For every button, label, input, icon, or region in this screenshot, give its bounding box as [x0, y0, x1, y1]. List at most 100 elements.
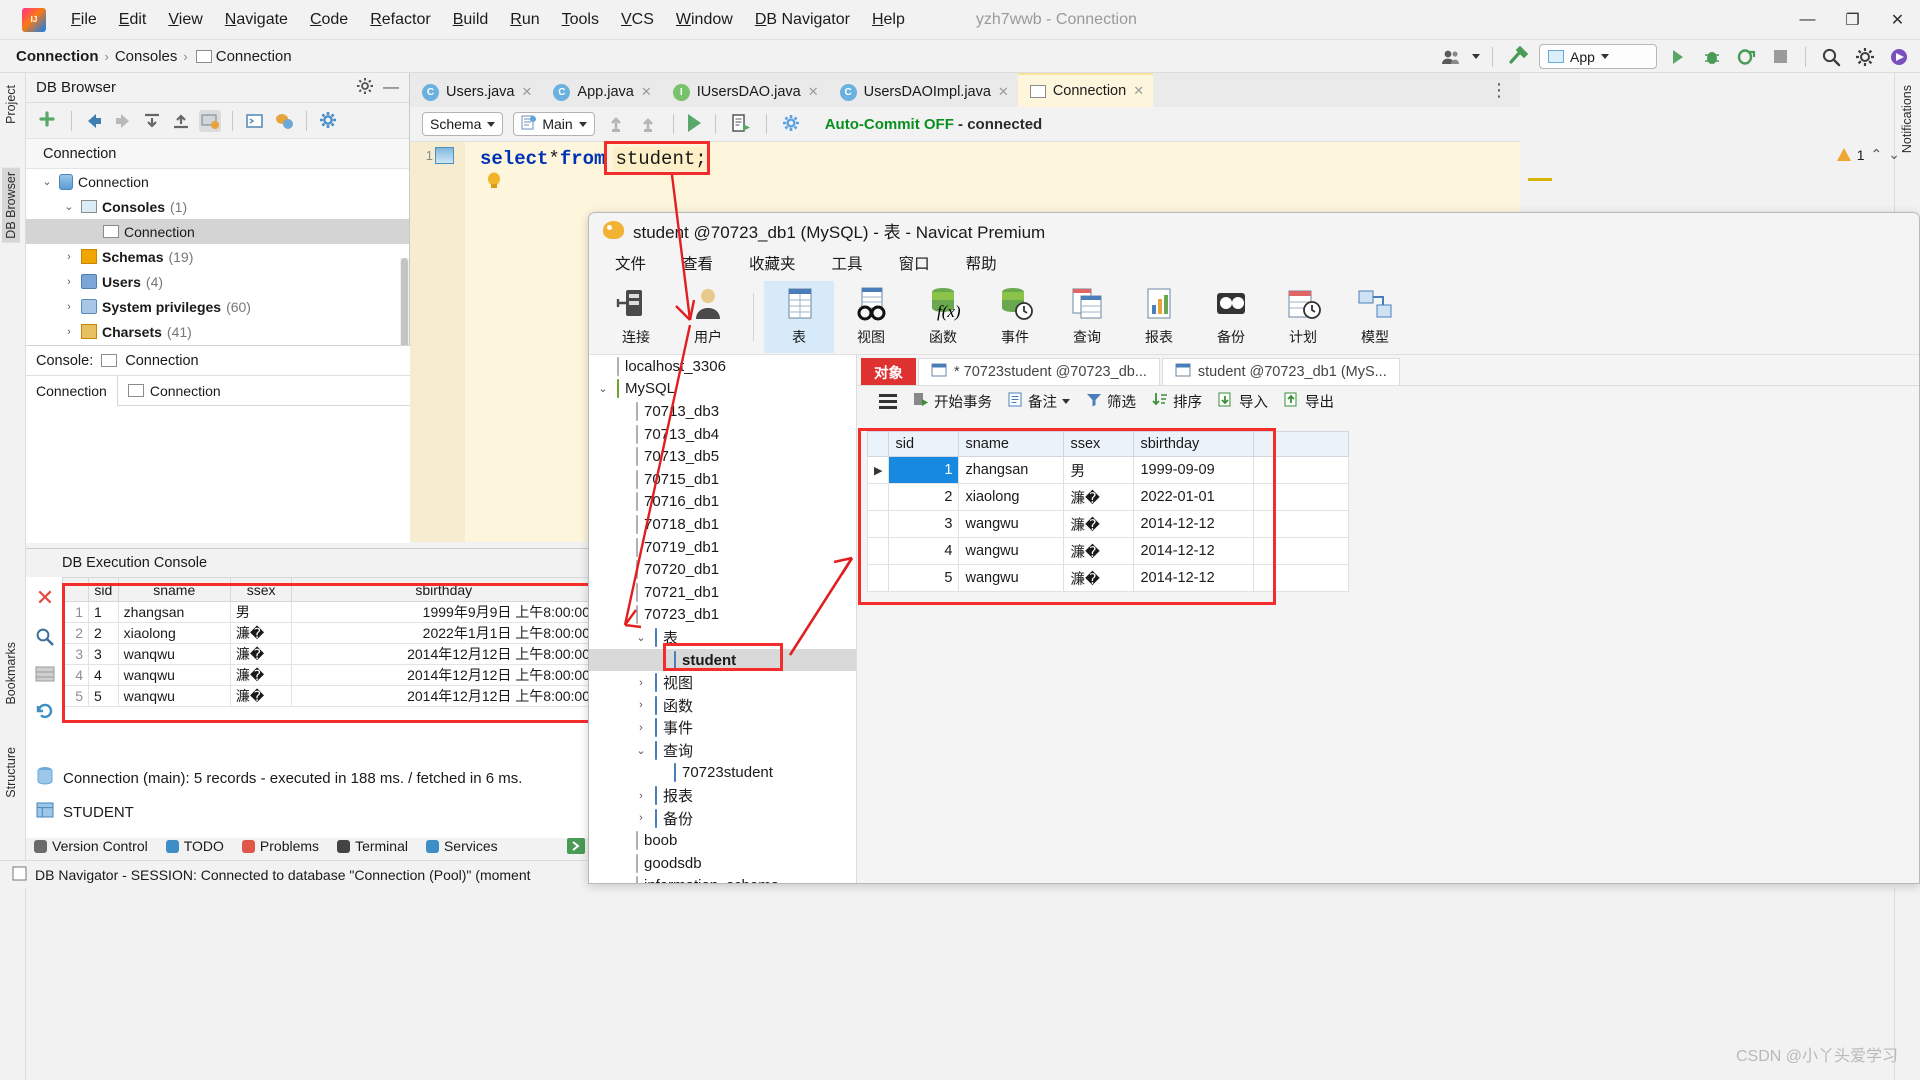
run-with-coverage-button[interactable] — [1733, 44, 1759, 70]
navicat-toolbar-note[interactable]: 备注 — [1008, 391, 1070, 412]
cell-sname[interactable]: wangwu — [958, 510, 1065, 538]
cell-ssex[interactable]: 濂� — [229, 622, 293, 644]
show-details-icon[interactable] — [199, 109, 221, 132]
cell-sid[interactable]: 4 — [88, 664, 119, 686]
navicat-tree-item-视图[interactable]: › 视图 — [589, 671, 856, 694]
collapse-all-icon[interactable] — [170, 110, 192, 132]
commit-icon[interactable] — [605, 112, 627, 137]
cell-sid[interactable]: 5 — [88, 685, 119, 707]
tree-item-connection[interactable]: Connection — [26, 219, 409, 244]
settings-icon[interactable] — [318, 110, 340, 132]
hide-panel-icon[interactable]: — — [383, 79, 399, 97]
navicat-tree-item-70715_db1[interactable]: 70715_db1 — [589, 468, 856, 491]
cell-ssex[interactable]: 濂� — [1063, 510, 1135, 538]
navicat-tree-item-70713_db4[interactable]: 70713_db4 — [589, 423, 856, 446]
close-icon[interactable]: ✕ — [641, 84, 652, 100]
column-header-sname[interactable]: sname — [958, 431, 1065, 457]
bottom-tab-todo[interactable]: TODO — [165, 838, 224, 854]
cell-ssex[interactable]: 濂� — [229, 643, 293, 665]
tree-expand-arrow[interactable]: › — [633, 722, 649, 734]
cell-sid[interactable]: 1 — [888, 456, 960, 484]
cell-sid[interactable]: 5 — [888, 564, 960, 592]
sql-statement-line[interactable]: select * from student; — [480, 147, 709, 171]
bottom-tab-version-control[interactable]: Version Control — [34, 838, 148, 854]
editor-tab-users-java[interactable]: C Users.java ✕ — [410, 77, 542, 107]
tree-expand-arrow[interactable]: ⌄ — [595, 382, 611, 395]
navicat-menu-帮助[interactable]: 帮助 — [966, 252, 997, 274]
table-row[interactable]: 4 4 wanqwu 濂� 2014年12月12日 上午8:00:00 — [62, 664, 596, 686]
navicat-menu-文件[interactable]: 文件 — [615, 252, 646, 274]
open-console-icon[interactable] — [244, 110, 266, 132]
refresh-icon[interactable] — [35, 701, 55, 724]
close-icon[interactable]: ✕ — [522, 84, 533, 100]
table-row[interactable]: 1 1 zhangsan 男 1999年9月9日 上午8:00:00 — [62, 601, 596, 623]
search-icon[interactable] — [1818, 44, 1844, 70]
tree-expand-arrow[interactable]: › — [62, 251, 76, 263]
close-icon[interactable]: ✕ — [808, 84, 819, 100]
cell-sbirthday[interactable]: 2014年12月12日 上午8:00:00 — [291, 664, 596, 686]
column-header-sbirthday[interactable]: sbirthday — [1133, 431, 1255, 457]
table-row[interactable]: 3 wangwu 濂� 2014-12-12 — [866, 510, 1350, 538]
row-marker[interactable] — [866, 483, 890, 511]
session-history-icon[interactable] — [273, 110, 295, 132]
ribbon-button-event[interactable]: 事件 — [980, 281, 1050, 353]
result-grid-icon[interactable] — [435, 147, 454, 164]
cell-ssex[interactable]: 濂� — [1063, 537, 1135, 565]
menu-item-file[interactable]: File — [60, 8, 108, 32]
column-header-sbirthday[interactable]: sbirthday — [291, 577, 596, 602]
navicat-tree-item-查询[interactable]: ⌄ 查询 — [589, 739, 856, 762]
editor-tab-connection[interactable]: Connection ✕ — [1017, 73, 1154, 107]
table-row[interactable]: 2 xiaolong 濂� 2022-01-01 — [866, 483, 1350, 511]
navicat-tab-query-tab[interactable]: * 70723student @70723_db... — [918, 358, 1160, 385]
tree-item-system-privileges[interactable]: › System privileges (60) — [26, 294, 409, 319]
menu-item-code[interactable]: Code — [299, 8, 359, 32]
cell-ssex[interactable]: 男 — [229, 601, 293, 623]
navicat-tree-item-goodsdb[interactable]: goodsdb — [589, 852, 856, 875]
close-icon[interactable]: ✕ — [1133, 83, 1144, 99]
cell-sid[interactable]: 2 — [88, 622, 119, 644]
breadcrumb-project[interactable]: Connection — [0, 48, 103, 65]
navicat-tree-item-boob[interactable]: boob — [589, 829, 856, 852]
menu-item-navigate[interactable]: Navigate — [214, 8, 299, 32]
breadcrumb-consoles[interactable]: Consoles — [111, 48, 182, 65]
column-header-ssex[interactable]: ssex — [229, 577, 293, 602]
menu-item-edit[interactable]: Edit — [108, 8, 158, 32]
navicat-tree-item-70721_db1[interactable]: 70721_db1 — [589, 581, 856, 604]
navicat-tree-item-70713_db3[interactable]: 70713_db3 — [589, 400, 856, 423]
rollback-icon[interactable] — [637, 112, 659, 137]
console-tab-connection-1[interactable]: Connection — [26, 375, 118, 406]
build-hammer-icon[interactable] — [1505, 44, 1531, 70]
cell-sid[interactable]: 3 — [888, 510, 960, 538]
chevron-down-icon[interactable] — [1062, 399, 1070, 404]
settings-gear-icon[interactable] — [357, 78, 373, 97]
tree-item-connection[interactable]: ⌄ Connection — [26, 169, 409, 194]
ribbon-button-function[interactable]: f(x) 函数 — [908, 281, 978, 353]
close-result-icon[interactable]: ✕ — [36, 585, 54, 611]
console-tab-connection-2[interactable]: Connection — [118, 376, 231, 406]
cell-sid[interactable]: 2 — [888, 483, 960, 511]
cell-sbirthday[interactable]: 2014-12-12 — [1133, 537, 1255, 565]
cell-ssex[interactable]: 男 — [1063, 456, 1135, 484]
add-connection-icon[interactable] — [38, 110, 60, 132]
navigate-back-icon[interactable] — [83, 110, 105, 132]
menu-item-window[interactable]: Window — [665, 8, 744, 32]
navicat-tree-item-localhost_3306[interactable]: localhost_3306 — [589, 355, 856, 378]
execute-script-icon[interactable] — [730, 112, 752, 137]
expand-bottom-bar-icon[interactable] — [563, 833, 589, 859]
tree-expand-arrow[interactable]: › — [62, 326, 76, 338]
navicat-tree-item-备份[interactable]: › 备份 — [589, 807, 856, 830]
cell-sname[interactable]: wanqwu — [117, 685, 231, 707]
run-configuration-selector[interactable]: App — [1539, 44, 1657, 69]
cell-sid[interactable]: 4 — [888, 537, 960, 565]
table-row[interactable]: 5 5 wanqwu 濂� 2014年12月12日 上午8:00:00 — [62, 685, 596, 707]
table-row[interactable]: 3 3 wanqwu 濂� 2014年12月12日 上午8:00:00 — [62, 643, 596, 665]
navicat-tree-item-70716_db1[interactable]: 70716_db1 — [589, 491, 856, 514]
tree-expand-arrow[interactable]: › — [633, 677, 649, 689]
column-header-sid[interactable]: sid — [888, 431, 960, 457]
profiler-icon[interactable] — [1886, 44, 1912, 70]
tree-expand-arrow[interactable]: › — [633, 812, 649, 824]
ribbon-button-backup[interactable]: 备份 — [1196, 281, 1266, 353]
cell-ssex[interactable]: 濂� — [1063, 564, 1135, 592]
user-group-icon[interactable] — [1438, 44, 1464, 70]
navicat-menu-收藏夹[interactable]: 收藏夹 — [749, 252, 796, 274]
